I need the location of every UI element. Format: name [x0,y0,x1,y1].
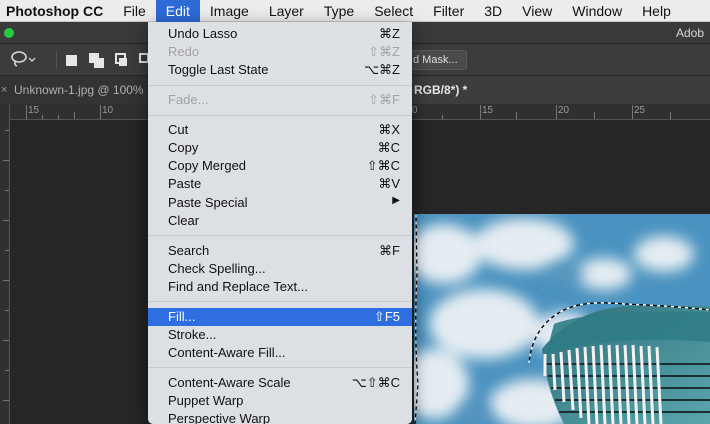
menu-separator [148,84,412,86]
document-image[interactable] [414,214,710,424]
select-and-mask-button[interactable]: d Mask... [404,50,467,70]
menu-select[interactable]: Select [364,0,423,22]
menu-separator [148,367,412,369]
menu-item-shortcut: ⌘F [379,242,400,258]
tab-active-document[interactable]: RGB/8*) * [404,76,710,104]
menu-item-label: Find and Replace Text... [168,278,308,294]
vertical-ruler [0,104,10,424]
menu-separator [148,114,412,116]
menu-window[interactable]: Window [562,0,632,22]
menu-item-label: Check Spelling... [168,260,266,276]
menu-item-stroke[interactable]: Stroke... [148,326,412,344]
app-name[interactable]: Photoshop CC [0,3,113,19]
ruler-label: 10 [102,105,114,116]
menu-item-label: Perspective Warp [168,411,271,424]
menu-item-shortcut: ⌥⇧⌘C [351,374,400,390]
menu-item-label: Content-Aware Scale [168,374,291,390]
menu-image[interactable]: Image [200,0,259,22]
ruler-label: 20 [558,105,570,116]
menu-item-label: Search [168,242,210,258]
menu-item-clear[interactable]: Clear [148,212,412,230]
menu-separator [148,235,412,237]
menu-item-label: Puppet Warp [168,392,244,408]
menu-item-label: Stroke... [168,326,217,342]
menu-item-paste-special[interactable]: Paste Special ▶ [148,194,412,212]
menu-file[interactable]: File [113,0,156,22]
menu-item-paste[interactable]: Paste ⌘V [148,175,412,193]
photo-artwork [414,214,710,424]
menu-item-label: Cut [168,121,189,137]
menu-separator [148,301,412,303]
submenu-arrow-icon: ▶ [392,194,400,206]
menu-item-content-aware-scale[interactable]: Content-Aware Scale ⌥⇧⌘C [148,374,412,392]
menu-item-label: Fade... [168,92,209,108]
menu-item-shortcut: ⌘C [377,140,400,155]
menu-item-label: Content-Aware Fill... [168,345,286,360]
menu-item-cut[interactable]: Cut ⌘X [148,121,412,139]
menu-item-label: Toggle Last State [168,62,269,78]
menu-item-fill[interactable]: Fill... ⇧F5 [148,307,412,326]
tab-label: Unknown-1.jpg @ 100% [14,83,144,97]
menu-edit[interactable]: Edit [155,0,200,22]
menu-filter[interactable]: Filter [423,0,474,22]
subtract-selection-icon-part [119,58,127,66]
menu-item-check-spelling[interactable]: Check Spelling... [148,260,412,278]
ruler-label: 25 [634,105,646,116]
menu-item-shortcut: ⌥⌘Z [364,62,400,78]
menu-bar: Photoshop CC File Edit Image Layer Type … [0,0,710,22]
tab-unknown-1[interactable]: × Unknown-1.jpg @ 100% [0,76,150,104]
menu-item-label: Copy Merged [168,158,247,174]
photoshop-window: Photoshop CC File Edit Image Layer Type … [0,0,710,424]
menu-item-shortcut: ⇧⌘F [368,92,400,108]
menu-item-label: Fill... [168,308,196,324]
menu-item-shortcut: ⌘Z [379,26,400,41]
menu-item-shortcut: ⇧F5 [373,308,400,324]
menu-item-label: Paste Special [168,194,248,210]
lasso-icon[interactable] [10,50,36,71]
menu-item-shortcut: ⇧⌘C [366,158,400,174]
menu-item-label: Redo [168,44,200,60]
edit-menu-dropdown: Undo Lasso ⌘Z Redo ⇧⌘Z Toggle Last State ⌥⌘Z F… [148,22,412,424]
options-divider [56,51,57,69]
tab-close-icon[interactable]: × [1,76,7,104]
menu-help[interactable]: Help [632,0,681,22]
add-to-selection-icon-part [94,58,104,68]
menu-item-copy[interactable]: Copy ⌘C [148,139,412,157]
ruler-label: 0 [412,105,418,116]
menu-item-label: Undo Lasso [168,26,238,41]
menu-item-puppet-warp[interactable]: Puppet Warp [148,392,412,410]
menu-item-label: Paste [168,176,202,192]
menu-item-label: Copy [168,140,199,155]
menu-item-undo-lasso[interactable]: Undo Lasso ⌘Z [148,25,412,43]
menu-3d[interactable]: 3D [474,0,512,22]
menu-item-search[interactable]: Search ⌘F [148,242,412,260]
menu-item-redo[interactable]: Redo ⇧⌘Z [148,43,412,61]
menu-type[interactable]: Type [314,0,364,22]
window-zoom-icon[interactable] [4,28,14,38]
menu-item-copy-merged[interactable]: Copy Merged ⇧⌘C [148,157,412,175]
new-selection-icon[interactable] [66,55,77,66]
menu-item-find-and-replace-text[interactable]: Find and Replace Text... [148,278,412,296]
ruler-label: 15 [28,105,40,116]
menu-item-label: Clear [168,212,200,228]
ruler-label: 15 [482,105,494,116]
menu-layer[interactable]: Layer [259,0,314,22]
menu-item-perspective-warp[interactable]: Perspective Warp [148,410,412,424]
menu-item-toggle-last-state[interactable]: Toggle Last State ⌥⌘Z [148,61,412,79]
menu-item-fade[interactable]: Fade... ⇧⌘F [148,91,412,109]
menu-item-shortcut: ⌘X [378,121,400,137]
menu-item-content-aware-fill[interactable]: Content-Aware Fill... [148,344,412,362]
menu-item-shortcut: ⌘V [378,176,400,192]
menu-view[interactable]: View [512,0,562,22]
menu-item-shortcut: ⇧⌘Z [368,44,400,60]
app-title: Adob [675,26,704,40]
